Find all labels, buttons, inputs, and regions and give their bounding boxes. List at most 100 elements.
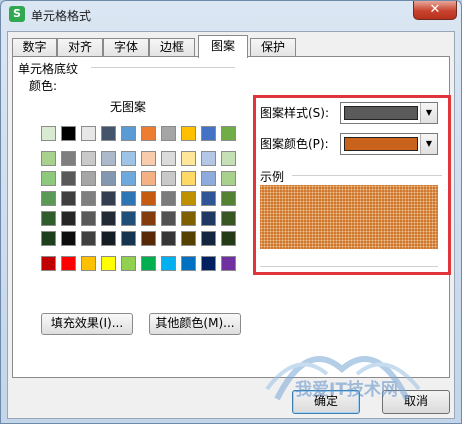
color-swatch[interactable] xyxy=(101,191,116,206)
tab-number[interactable]: 数字 xyxy=(12,38,57,57)
color-swatch[interactable] xyxy=(101,211,116,226)
color-swatch[interactable] xyxy=(161,126,176,141)
color-swatch[interactable] xyxy=(161,211,176,226)
color-swatch[interactable] xyxy=(61,211,76,226)
tab-font[interactable]: 字体 xyxy=(103,38,149,57)
color-swatch[interactable] xyxy=(61,231,76,246)
color-swatch[interactable] xyxy=(41,126,56,141)
pattern-settings-highlight: 图案样式(S): ▼ 图案颜色(P): ▼ 示例 xyxy=(253,95,451,275)
color-swatch[interactable] xyxy=(81,211,96,226)
color-swatch[interactable] xyxy=(201,151,216,166)
pattern-style-label: 图案样式(S): xyxy=(260,106,330,120)
color-swatch[interactable] xyxy=(81,191,96,206)
color-swatch[interactable] xyxy=(161,191,176,206)
color-swatch[interactable] xyxy=(101,231,116,246)
standard-color-swatch[interactable] xyxy=(81,256,96,271)
pattern-color-dropdown[interactable]: ▼ xyxy=(340,133,438,155)
standard-color-swatch[interactable] xyxy=(141,256,156,271)
standard-color-swatch[interactable] xyxy=(221,256,236,271)
dialog-title: 单元格格式 xyxy=(31,9,92,23)
tab-protection[interactable]: 保护 xyxy=(250,38,296,57)
color-swatch[interactable] xyxy=(181,126,196,141)
color-swatch[interactable] xyxy=(41,171,56,186)
divider xyxy=(260,266,438,267)
color-swatch[interactable] xyxy=(41,151,56,166)
color-swatch[interactable] xyxy=(161,171,176,186)
ok-button[interactable]: 确定 xyxy=(292,390,360,414)
color-swatch[interactable] xyxy=(221,171,236,186)
color-swatch[interactable] xyxy=(141,191,156,206)
color-swatch[interactable] xyxy=(41,191,56,206)
wps-app-icon: S xyxy=(9,6,25,22)
no-pattern-option[interactable]: 无图案 xyxy=(13,98,243,115)
standard-color-swatch[interactable] xyxy=(201,256,216,271)
tab-alignment[interactable]: 对齐 xyxy=(57,38,103,57)
format-cells-dialog: S 单元格格式 ✕ 数字 对齐 字体 边框 图案 保护 单元格底纹 颜色: 无图… xyxy=(0,0,462,424)
color-swatch[interactable] xyxy=(201,126,216,141)
color-swatch[interactable] xyxy=(101,171,116,186)
color-swatch[interactable] xyxy=(181,151,196,166)
color-swatch[interactable] xyxy=(141,151,156,166)
color-swatch[interactable] xyxy=(61,191,76,206)
color-swatch[interactable] xyxy=(221,231,236,246)
shading-section-title: 单元格底纹 xyxy=(18,62,79,76)
color-swatch[interactable] xyxy=(61,151,76,166)
color-swatch[interactable] xyxy=(221,126,236,141)
pattern-style-preview xyxy=(344,106,418,120)
color-swatch[interactable] xyxy=(121,126,136,141)
color-swatch[interactable] xyxy=(121,171,136,186)
tab-border[interactable]: 边框 xyxy=(149,38,195,57)
divider xyxy=(91,67,235,68)
cancel-button[interactable]: 取消 xyxy=(382,390,450,414)
color-swatch[interactable] xyxy=(201,231,216,246)
pattern-sample-preview xyxy=(260,185,438,249)
chevron-down-icon[interactable]: ▼ xyxy=(420,103,437,123)
color-swatch[interactable] xyxy=(81,151,96,166)
standard-color-swatch[interactable] xyxy=(181,256,196,271)
color-swatch[interactable] xyxy=(161,231,176,246)
color-swatch[interactable] xyxy=(221,211,236,226)
chevron-down-icon[interactable]: ▼ xyxy=(420,134,437,154)
color-swatch[interactable] xyxy=(201,211,216,226)
color-swatch[interactable] xyxy=(121,151,136,166)
color-swatch[interactable] xyxy=(81,126,96,141)
color-swatch[interactable] xyxy=(121,191,136,206)
close-button[interactable]: ✕ xyxy=(413,1,457,20)
color-swatch[interactable] xyxy=(141,171,156,186)
close-icon: ✕ xyxy=(429,2,441,17)
color-swatch[interactable] xyxy=(41,231,56,246)
standard-color-swatch[interactable] xyxy=(61,256,76,271)
tab-patterns[interactable]: 图案 xyxy=(198,35,248,58)
more-colors-button[interactable]: 其他颜色(M)... xyxy=(149,313,241,335)
color-swatch[interactable] xyxy=(141,211,156,226)
color-swatch[interactable] xyxy=(121,211,136,226)
color-swatch[interactable] xyxy=(181,231,196,246)
standard-color-swatch[interactable] xyxy=(101,256,116,271)
color-swatch[interactable] xyxy=(221,151,236,166)
standard-color-swatch[interactable] xyxy=(161,256,176,271)
pattern-color-preview xyxy=(344,137,418,151)
color-swatch[interactable] xyxy=(101,126,116,141)
color-swatch[interactable] xyxy=(181,191,196,206)
color-swatch[interactable] xyxy=(81,171,96,186)
standard-color-swatch[interactable] xyxy=(41,256,56,271)
color-swatch[interactable] xyxy=(201,171,216,186)
color-swatch[interactable] xyxy=(61,171,76,186)
color-swatch[interactable] xyxy=(41,211,56,226)
standard-color-swatch[interactable] xyxy=(121,256,136,271)
color-swatch[interactable] xyxy=(61,126,76,141)
divider xyxy=(292,175,442,176)
color-swatch[interactable] xyxy=(181,171,196,186)
patterns-panel: 单元格底纹 颜色: 无图案 填充效果(I)... 其他颜色(M)... 图案样式… xyxy=(12,56,451,378)
color-swatch[interactable] xyxy=(121,231,136,246)
color-swatch[interactable] xyxy=(181,211,196,226)
color-swatch[interactable] xyxy=(201,191,216,206)
fill-effects-button[interactable]: 填充效果(I)... xyxy=(41,313,133,335)
color-swatch[interactable] xyxy=(221,191,236,206)
pattern-style-dropdown[interactable]: ▼ xyxy=(340,102,438,124)
color-swatch[interactable] xyxy=(141,231,156,246)
color-swatch[interactable] xyxy=(81,231,96,246)
color-swatch[interactable] xyxy=(101,151,116,166)
color-swatch[interactable] xyxy=(141,126,156,141)
color-swatch[interactable] xyxy=(161,151,176,166)
